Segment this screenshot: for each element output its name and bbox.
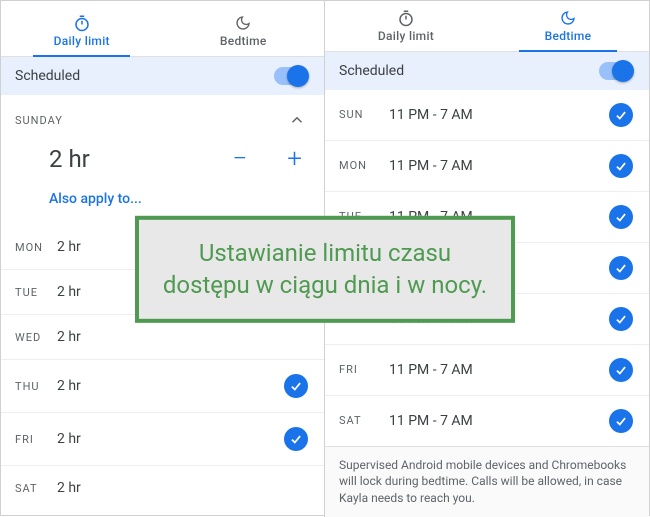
chevron-up-icon (288, 111, 306, 129)
check-icon (609, 307, 633, 331)
day-detail: 2 hr − + Also apply to... (1, 139, 324, 225)
expanded-day-label: SUNDAY (15, 114, 63, 127)
day-expander-header[interactable]: SUNDAY (1, 95, 324, 139)
tab-bedtime[interactable]: Bedtime (487, 7, 649, 51)
increase-button[interactable]: + (287, 146, 302, 172)
scheduled-label: Scheduled (15, 68, 80, 84)
check-icon (284, 374, 308, 398)
check-icon (609, 409, 633, 433)
tab-label: Bedtime (220, 34, 267, 48)
day-abbr: TUE (15, 286, 57, 299)
day-value: 11 PM - 7 AM (389, 413, 473, 429)
check-icon (609, 154, 633, 178)
day-abbr: SUN (339, 108, 389, 121)
tabs: Daily limit Bedtime (325, 1, 649, 52)
day-abbr: SAT (339, 414, 389, 427)
day-value: 2 hr (57, 284, 81, 300)
day-abbr: THU (15, 380, 57, 393)
day-value: 2 hr (57, 329, 81, 345)
tab-bedtime[interactable]: Bedtime (163, 7, 325, 56)
day-value: 11 PM - 7 AM (389, 107, 473, 123)
limit-stepper: − + (232, 146, 302, 172)
day-value: 2 hr (57, 239, 81, 255)
tab-daily-limit[interactable]: Daily limit (1, 7, 163, 56)
day-abbr: SAT (15, 482, 57, 495)
tab-label: Daily limit (378, 29, 434, 43)
day-row[interactable]: SAT11 PM - 7 AM (325, 395, 649, 446)
day-value: 2 hr (57, 431, 81, 447)
footer-note: Supervised Android mobile devices and Ch… (325, 446, 649, 517)
day-row[interactable]: SUN11 PM - 7 AM (325, 90, 649, 140)
day-abbr: FRI (339, 363, 389, 376)
day-value: 2 hr (57, 480, 81, 496)
scheduled-toggle[interactable] (274, 67, 308, 85)
scheduled-label: Scheduled (339, 63, 404, 79)
day-value: 11 PM - 7 AM (389, 362, 473, 378)
tab-daily-limit[interactable]: Daily limit (325, 7, 487, 51)
day-abbr: MON (339, 159, 389, 172)
tab-label: Bedtime (545, 29, 592, 43)
check-icon (609, 103, 633, 127)
stopwatch-icon (397, 9, 415, 27)
day-value: 2 hr (57, 378, 81, 394)
scheduled-toggle[interactable] (599, 62, 633, 80)
moon-icon (234, 14, 252, 32)
tabs: Daily limit Bedtime (1, 1, 324, 57)
moon-icon (559, 9, 577, 27)
day-abbr: FRI (15, 433, 57, 446)
day-row[interactable]: MON11 PM - 7 AM (325, 140, 649, 191)
limit-value: 2 hr (49, 145, 90, 173)
tab-label: Daily limit (54, 34, 110, 48)
scheduled-row: Scheduled (325, 52, 649, 90)
check-icon (609, 256, 633, 280)
scheduled-row: Scheduled (1, 57, 324, 95)
check-icon (284, 427, 308, 451)
day-abbr: MON (15, 241, 57, 254)
day-row[interactable]: FRI11 PM - 7 AM (325, 344, 649, 395)
apply-to-link[interactable]: Also apply to... (49, 191, 142, 207)
day-row[interactable]: SAT2 hr (1, 465, 324, 510)
day-row[interactable]: FRI2 hr (1, 412, 324, 465)
day-row[interactable]: THU2 hr (1, 359, 324, 412)
check-icon (609, 205, 633, 229)
day-value: 11 PM - 7 AM (389, 158, 473, 174)
day-abbr: WED (15, 331, 57, 344)
check-icon (609, 358, 633, 382)
stopwatch-icon (73, 14, 91, 32)
caption-overlay: Ustawianie limitu czasu dostępu w ciągu … (135, 216, 515, 322)
decrease-button[interactable]: − (232, 146, 247, 172)
